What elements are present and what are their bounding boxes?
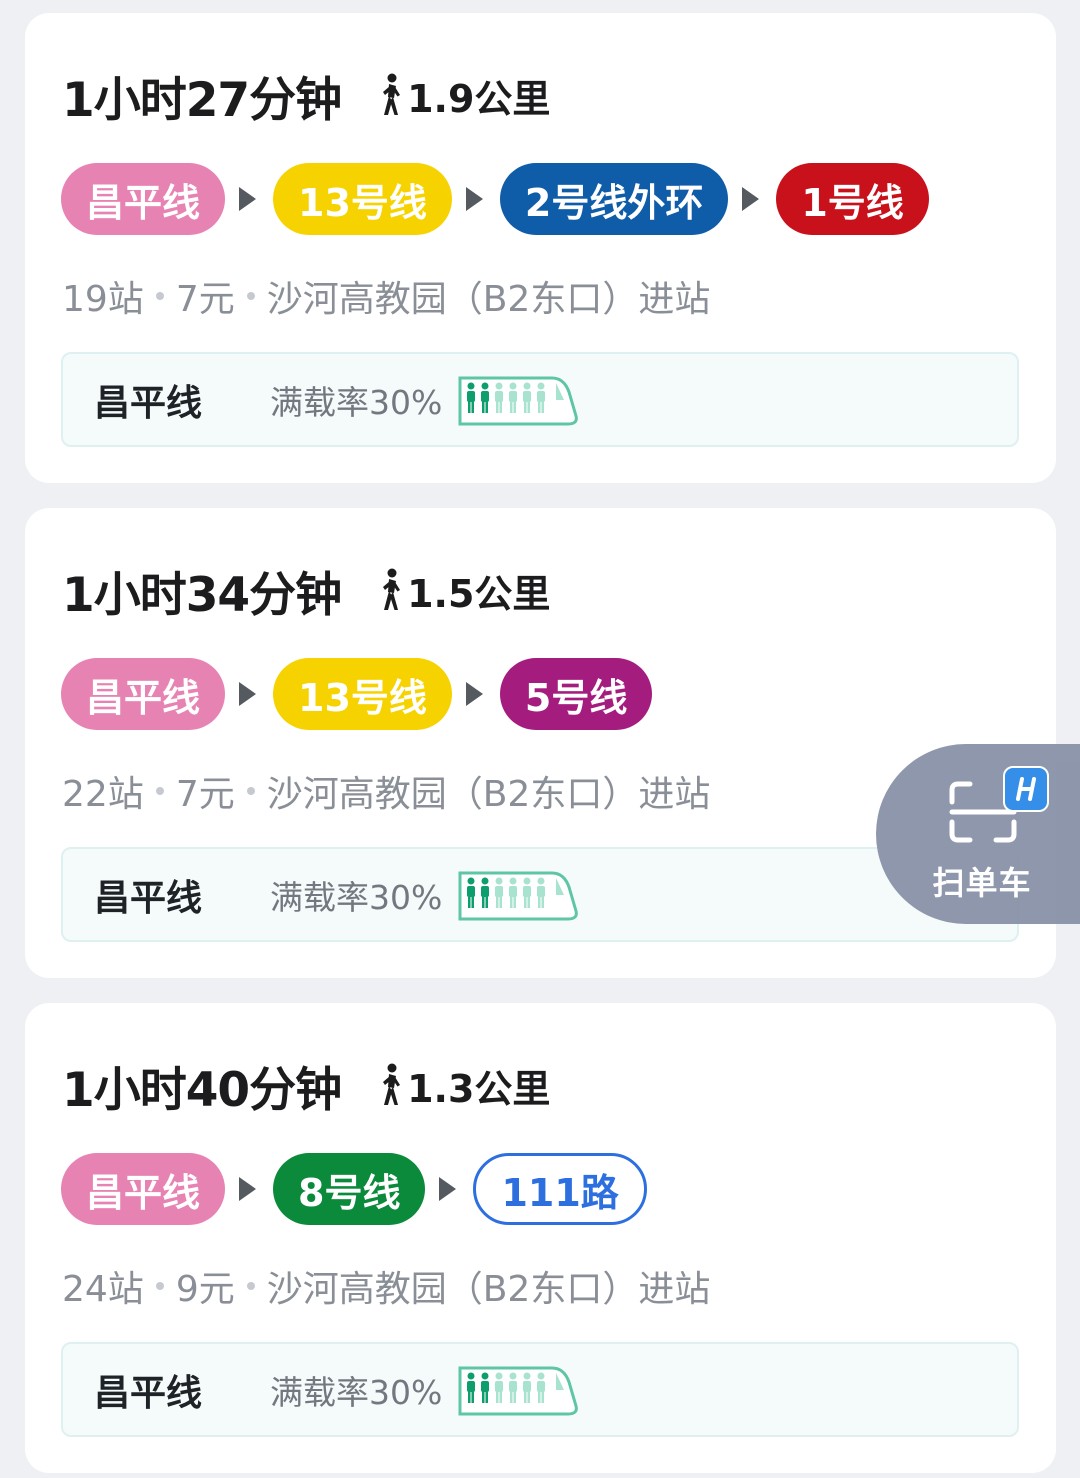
- bus-line-tag: 111路: [473, 1153, 647, 1225]
- entry-station: 沙河高教园（B2东口）进站: [266, 1269, 711, 1310]
- transfer-arrow-icon: [465, 187, 483, 211]
- separator-dot: [155, 1282, 164, 1290]
- scan-bike-button[interactable]: 扫单车: [876, 744, 1080, 924]
- walking-person-icon: [383, 73, 401, 115]
- transfer-arrow-icon: [465, 682, 483, 706]
- route-details: 22站 7元 沙河高教园（B2东口）进站: [62, 766, 710, 816]
- fare: 7元: [175, 279, 235, 320]
- separator-dot: [155, 787, 164, 795]
- station-count: 22站: [62, 774, 144, 815]
- separator-dot: [155, 292, 164, 300]
- load-rate: 满载率30%: [270, 877, 443, 917]
- line-tag: 1号线: [776, 163, 929, 235]
- load-rate: 满载率30%: [270, 382, 443, 422]
- separator-dot: [246, 292, 255, 300]
- route-duration: 1小时40分钟: [62, 1062, 342, 1118]
- transfer-arrow-icon: [239, 1177, 257, 1201]
- station-count: 24站: [62, 1269, 144, 1310]
- line-tag: 8号线: [273, 1153, 426, 1225]
- walk-distance: 1.9公里: [407, 76, 551, 121]
- route-duration: 1小时27分钟: [62, 72, 342, 128]
- train-load-icon: [458, 1366, 579, 1415]
- line-tag: 昌平线: [61, 1153, 226, 1225]
- line-tag: 昌平线: [61, 658, 226, 730]
- fare: 7元: [175, 774, 235, 815]
- walk-info: 1.9公里: [375, 68, 550, 123]
- walk-info: 1.5公里: [375, 563, 550, 618]
- route-summary: 1小时40分钟 1.3公里: [62, 1055, 550, 1118]
- train-load-icon: [458, 376, 579, 425]
- walking-person-icon: [383, 1063, 401, 1105]
- route-details: 24站 9元 沙河高教园（B2东口）进站: [62, 1261, 710, 1311]
- transfer-arrow-icon: [239, 187, 257, 211]
- line-tag: 2号线外环: [499, 163, 729, 235]
- transfer-arrow-icon: [742, 187, 760, 211]
- line-sequence: 昌平线 13号线 2号线外环 1号线: [61, 163, 929, 235]
- crowding-line-name: 昌平线: [94, 1372, 203, 1414]
- station-count: 19站: [62, 279, 144, 320]
- train-load-icon: [458, 871, 579, 920]
- line-sequence: 昌平线 13号线 5号线: [61, 658, 653, 730]
- crowding-line-name: 昌平线: [94, 382, 203, 424]
- entry-station: 沙河高教园（B2东口）进站: [266, 279, 711, 320]
- fare: 9元: [175, 1269, 235, 1310]
- hellobike-logo-icon: [1003, 766, 1049, 812]
- route-card[interactable]: 1小时27分钟 1.9公里 昌平线 13号线 2号线外环 1号线 19站 7元 …: [25, 13, 1056, 483]
- route-card[interactable]: 1小时34分钟 1.5公里 昌平线 13号线 5号线 22站 7元 沙河高教园（…: [25, 508, 1056, 978]
- separator-dot: [246, 787, 255, 795]
- transfer-arrow-icon: [239, 682, 257, 706]
- transfer-arrow-icon: [439, 1177, 457, 1201]
- route-details: 19站 7元 沙河高教园（B2东口）进站: [62, 271, 710, 321]
- route-summary: 1小时34分钟 1.5公里: [62, 560, 550, 623]
- route-summary: 1小时27分钟 1.9公里: [62, 65, 550, 128]
- crowding-panel: 昌平线 满载率30%: [61, 1342, 1019, 1437]
- scan-bike-label: 扫单车: [932, 864, 1032, 902]
- crowding-line-name: 昌平线: [94, 877, 203, 919]
- walk-info: 1.3公里: [375, 1058, 550, 1113]
- line-tag: 13号线: [273, 658, 452, 730]
- walk-distance: 1.5公里: [407, 571, 551, 616]
- line-tag: 昌平线: [61, 163, 226, 235]
- walk-distance: 1.3公里: [407, 1066, 551, 1111]
- separator-dot: [246, 1282, 255, 1290]
- route-card[interactable]: 1小时40分钟 1.3公里 昌平线 8号线 111路 24站 9元 沙河高教园（…: [25, 1003, 1056, 1473]
- entry-station: 沙河高教园（B2东口）进站: [266, 774, 711, 815]
- route-duration: 1小时34分钟: [62, 567, 342, 623]
- load-rate: 满载率30%: [270, 1372, 443, 1412]
- walking-person-icon: [383, 568, 401, 610]
- crowding-panel: 昌平线 满载率30%: [61, 352, 1019, 447]
- line-sequence: 昌平线 8号线 111路: [61, 1153, 647, 1225]
- line-tag: 13号线: [273, 163, 452, 235]
- line-tag: 5号线: [499, 658, 653, 730]
